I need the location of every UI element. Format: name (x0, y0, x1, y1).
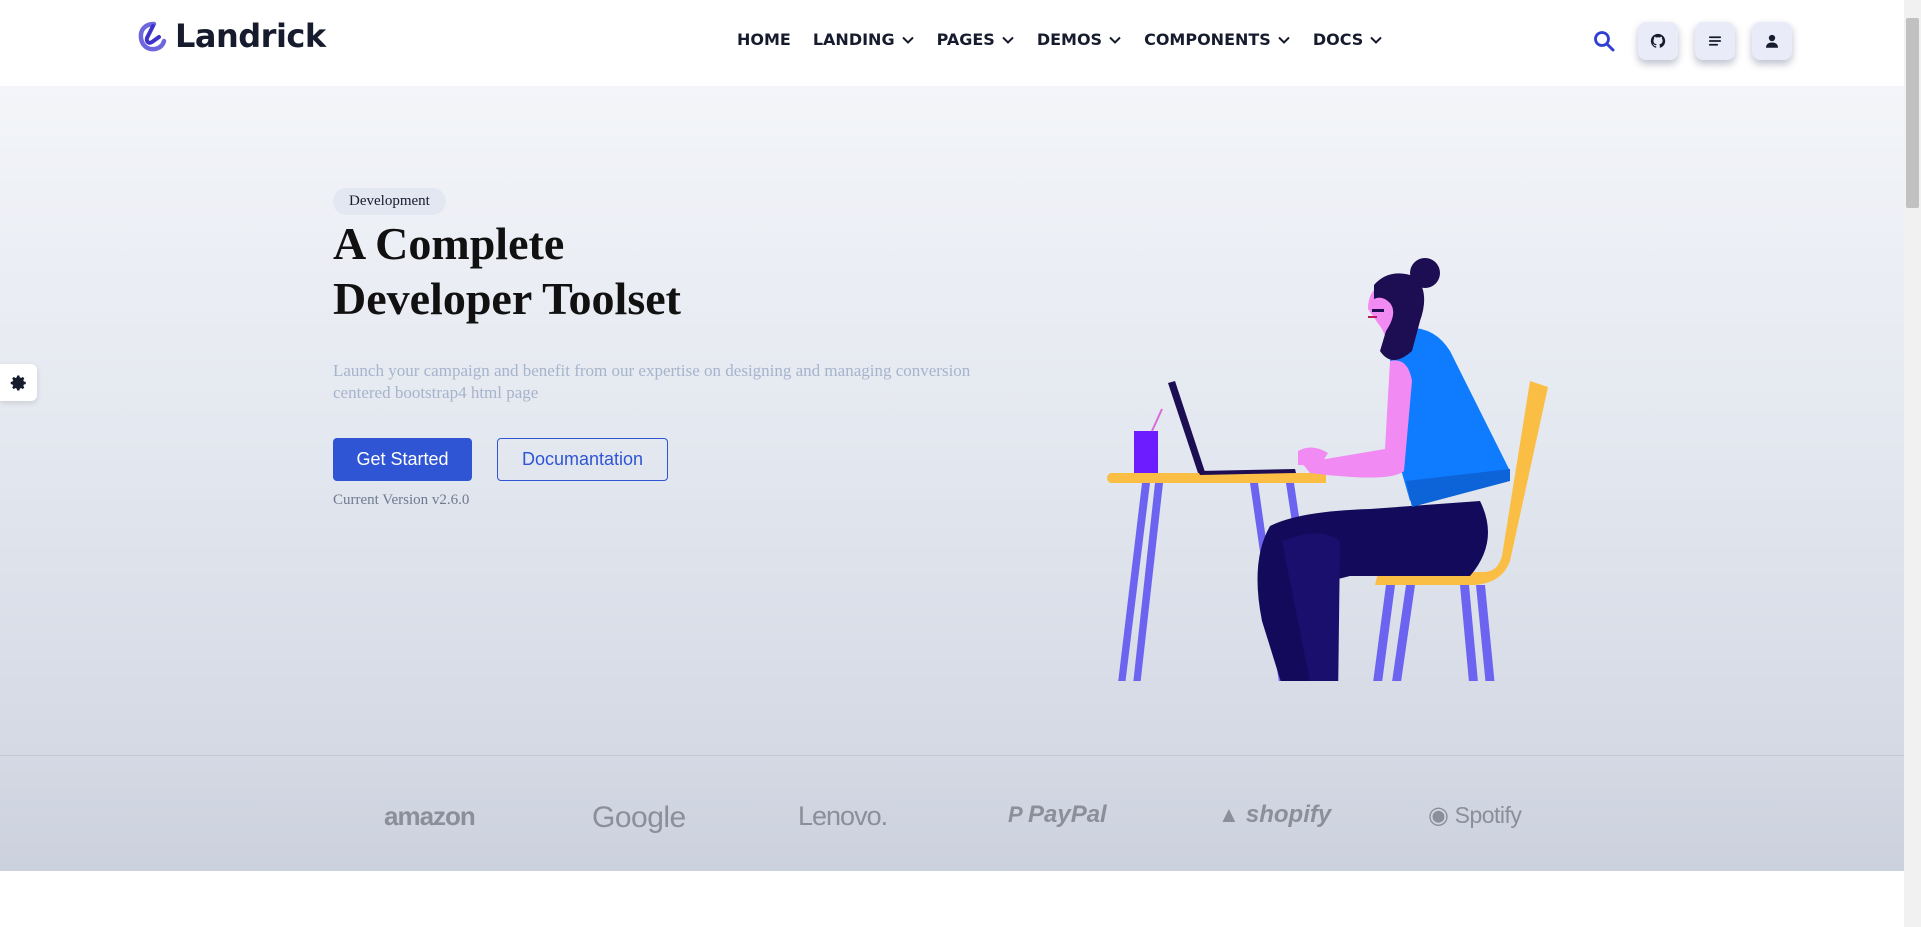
partner-logo-paypal: P PayPal (1008, 801, 1107, 829)
paypal-text: PayPal (1027, 801, 1107, 828)
nav-item-label: DOCS (1312, 30, 1364, 49)
scrollbar-thumb[interactable] (1906, 18, 1919, 208)
nav-item-label: COMPONENTS (1144, 30, 1271, 49)
partner-logo-lenovo: Lenovo. (798, 801, 888, 831)
search-icon[interactable] (1592, 29, 1616, 53)
nav-item-label: HOME (737, 30, 791, 49)
menu-lines-icon (1708, 36, 1722, 46)
hero-title: A Complete Developer Toolset (333, 216, 681, 326)
nav-item-label: PAGES (936, 30, 995, 49)
chevron-down-icon (1278, 36, 1290, 44)
paypal-icon: P (1008, 802, 1028, 827)
brand-name: Landrick (175, 17, 326, 55)
version-text: Current Version v2.6.0 (333, 492, 470, 508)
main-nav: HOME LANDING PAGES DEMOS COMPONENTS DOCS (737, 30, 1383, 49)
nav-item-home[interactable]: HOME (737, 30, 791, 49)
nav-item-label: LANDING (812, 30, 895, 49)
next-section (0, 871, 1904, 927)
chevron-down-icon (901, 36, 914, 44)
nav-item-label: DEMOS (1036, 30, 1103, 49)
chevron-down-icon (1370, 36, 1382, 44)
partner-logo-spotify: ◉ Spotify (1428, 801, 1522, 830)
shopify-bag-icon: ▲ (1218, 802, 1246, 827)
developer-illustration (1107, 258, 1548, 681)
gear-icon (10, 375, 26, 390)
style-switcher-toggle[interactable] (0, 364, 37, 401)
user-icon (1766, 34, 1778, 48)
partner-logo-amazon: amazon (384, 801, 476, 831)
menu-button[interactable] (1695, 22, 1735, 60)
landrick-logo-icon (138, 21, 167, 52)
nav-item-demos[interactable]: DEMOS (1037, 30, 1122, 49)
shopify-text: shopify (1245, 801, 1332, 828)
spotify-text: Spotify (1454, 802, 1522, 828)
chevron-down-icon (1002, 36, 1014, 44)
hero-subtitle: Launch your campaign and benefit from ou… (333, 361, 971, 402)
hero-title-line-2: Developer Toolset (333, 273, 681, 324)
partner-logo-shopify: ▲ shopify (1218, 801, 1331, 829)
category-badge: Development (333, 188, 446, 215)
nav-item-pages[interactable]: PAGES (937, 30, 1015, 49)
nav-item-components[interactable]: COMPONENTS (1144, 30, 1291, 49)
spotify-icon: ◉ (1428, 802, 1455, 829)
get-started-button[interactable]: Get Started (333, 438, 472, 481)
brand-logo[interactable]: Landrick (133, 17, 326, 55)
documentation-button[interactable]: Documantation (497, 438, 668, 481)
hero-title-line-1: A Complete (333, 218, 565, 269)
partner-logo-google: Google (592, 801, 686, 834)
github-button[interactable] (1638, 22, 1678, 60)
user-button[interactable] (1752, 22, 1792, 60)
github-icon (1650, 33, 1666, 48)
nav-item-landing[interactable]: LANDING (813, 30, 915, 49)
top-navbar: Landrick HOME LANDING PAGES DEMOS COMPON… (0, 0, 1904, 86)
hero-section: Development A Complete Developer Toolset… (0, 86, 1904, 755)
chevron-down-icon (1109, 36, 1121, 44)
nav-item-docs[interactable]: DOCS (1313, 30, 1383, 49)
partners-section: amazon Google Lenovo. P PayPal ▲ shopify… (0, 755, 1904, 871)
